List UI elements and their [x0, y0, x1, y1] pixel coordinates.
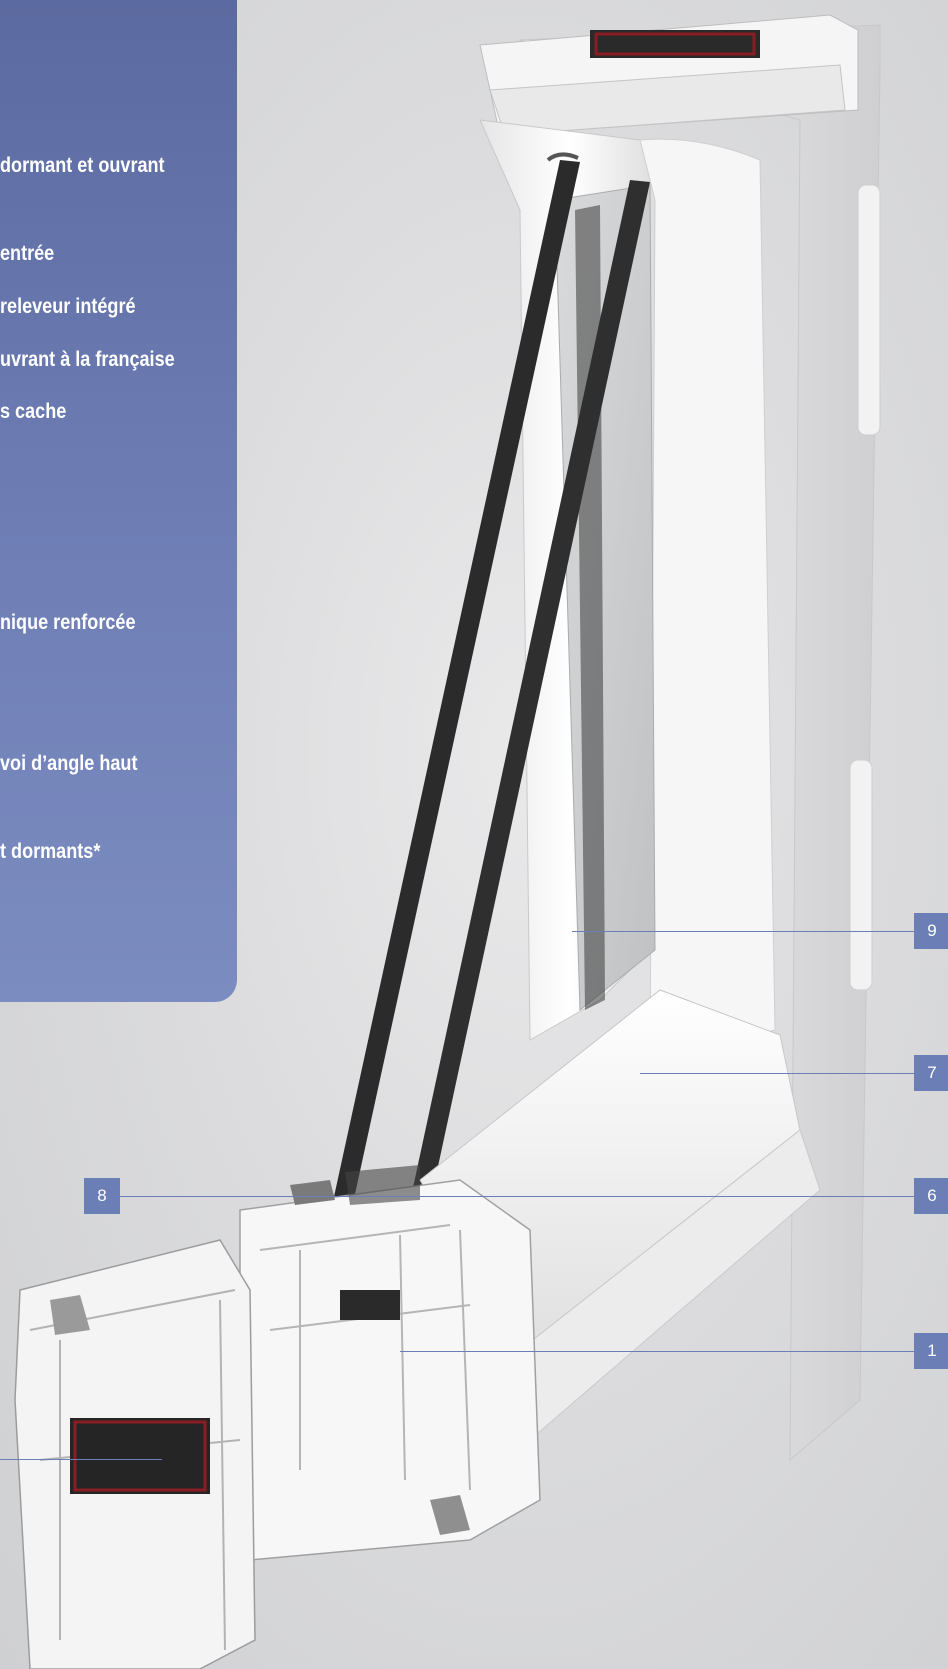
- extension-steel-reinforcement: [70, 1418, 210, 1494]
- features-list-panel: dormant et ouvrant entrée releveur intég…: [0, 0, 237, 1002]
- product-image-page: dormant et ouvrant entrée releveur intég…: [0, 0, 948, 1669]
- callout-leader-left: [0, 1459, 162, 1460]
- feature-item: entrée: [0, 242, 55, 265]
- sash-bead: [639, 138, 776, 1061]
- bottom-cavity-dark: [340, 1290, 400, 1320]
- feature-item: dormant et ouvrant: [0, 154, 165, 177]
- feature-item: t dormants*: [0, 840, 101, 863]
- callout-tag-7: 7: [914, 1055, 948, 1091]
- callout-tag-6: 6: [914, 1178, 948, 1214]
- feature-item: uvrant à la française: [0, 348, 175, 371]
- callout-leader-1: [400, 1351, 914, 1352]
- hinge-upper: [857, 184, 881, 436]
- callout-tag-9: 9: [914, 913, 948, 949]
- frame-cross-section: [239, 1179, 541, 1561]
- callout-leader-8-6: [120, 1196, 914, 1197]
- callout-tag-8: 8: [84, 1178, 120, 1214]
- feature-item: voi d’angle haut: [0, 752, 138, 775]
- hinge-lower: [849, 759, 873, 991]
- callout-leader-7: [640, 1073, 914, 1074]
- callout-leader-9: [572, 931, 914, 932]
- feature-item: s cache: [0, 400, 67, 423]
- feature-item: releveur intégré: [0, 295, 136, 318]
- callout-tag-1: 1: [914, 1333, 948, 1369]
- feature-item: nique renforcée: [0, 611, 136, 634]
